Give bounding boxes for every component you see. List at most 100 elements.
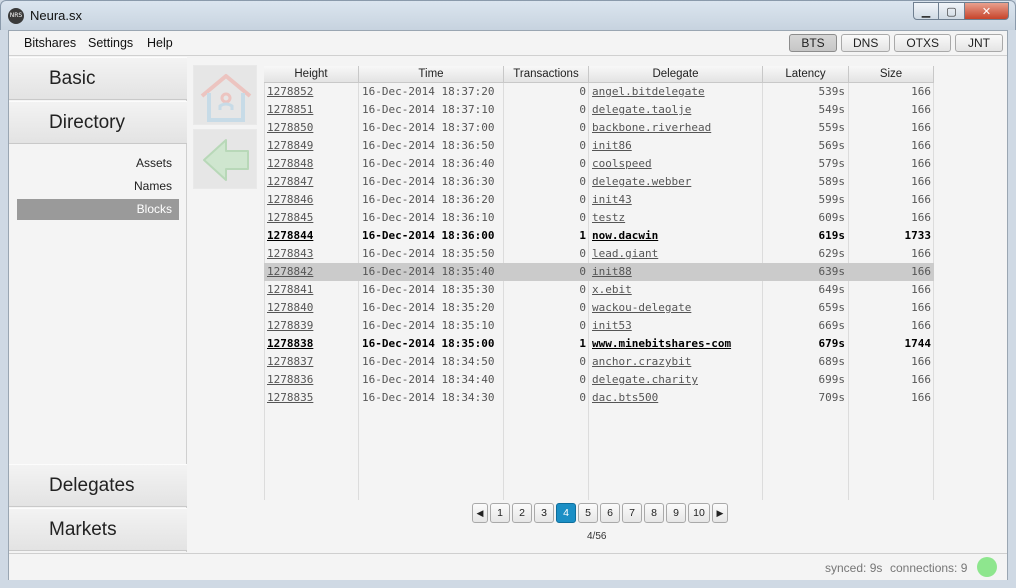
delegate-cell[interactable]: init86 <box>592 137 760 155</box>
back-button[interactable] <box>193 129 257 189</box>
sync-status: synced: 9s <box>825 561 883 575</box>
page-button-10[interactable]: 10 <box>688 503 710 523</box>
table-row[interactable]: 1278848 16-Dec-2014 18:36:40 0 coolspeed 579… <box>264 155 934 173</box>
delegate-cell[interactable]: www.minebitshares-com <box>592 335 760 353</box>
height-cell[interactable]: 1278845 <box>267 209 355 227</box>
page-button-2[interactable]: 2 <box>512 503 532 523</box>
height-cell[interactable]: 1278848 <box>267 155 355 173</box>
table-row[interactable]: 1278845 16-Dec-2014 18:36:10 0 testz 609s 166 <box>264 209 934 227</box>
delegate-cell[interactable]: lead.giant <box>592 245 760 263</box>
page-button-6[interactable]: 6 <box>600 503 620 523</box>
delegate-cell[interactable]: now.dacwin <box>592 227 760 245</box>
table-row[interactable]: 1278836 16-Dec-2014 18:34:40 0 delegate.cha… <box>264 371 934 389</box>
time-cell: 16-Dec-2014 18:36:40 <box>362 157 495 170</box>
delegate-cell[interactable]: anchor.crazybit <box>592 353 760 371</box>
table-row[interactable]: 1278842 16-Dec-2014 18:35:40 0 init88 639s 16… <box>264 263 934 281</box>
table-row[interactable]: 1278846 16-Dec-2014 18:36:20 0 init43 599s 16… <box>264 191 934 209</box>
latency-cell: 609s <box>818 211 846 224</box>
delegate-cell[interactable]: x.ebit <box>592 281 760 299</box>
delegate-cell[interactable]: testz <box>592 209 760 227</box>
height-cell[interactable]: 1278844 <box>267 227 355 245</box>
table-row[interactable]: 1278843 16-Dec-2014 18:35:50 0 lead.giant 62… <box>264 245 934 263</box>
nav-basic[interactable]: Basic <box>9 57 187 100</box>
next-page-button[interactable]: ▶ <box>712 503 728 523</box>
size-cell: 166 <box>911 373 931 386</box>
currency-bts-button[interactable]: BTS <box>788 34 837 52</box>
height-cell[interactable]: 1278850 <box>267 119 355 137</box>
page-button-9[interactable]: 9 <box>666 503 686 523</box>
delegate-cell[interactable]: init88 <box>592 263 760 281</box>
height-cell[interactable]: 1278837 <box>267 353 355 371</box>
delegate-cell[interactable]: angel.bitdelegate <box>592 83 760 101</box>
height-cell[interactable]: 1278843 <box>267 245 355 263</box>
column-header-height[interactable]: Height <box>264 66 359 83</box>
close-button[interactable]: ✕ <box>965 2 1009 20</box>
maximize-button[interactable]: ▢ <box>939 2 965 20</box>
column-header-size[interactable]: Size <box>849 66 934 83</box>
sidebar-item-assets[interactable]: Assets <box>17 153 179 174</box>
currency-jnt-button[interactable]: JNT <box>955 34 1003 52</box>
height-cell[interactable]: 1278849 <box>267 137 355 155</box>
latency-cell: 679s <box>818 337 846 350</box>
height-cell[interactable]: 1278841 <box>267 281 355 299</box>
currency-otxs-button[interactable]: OTXS <box>894 34 951 52</box>
delegate-cell[interactable]: delegate.taolje <box>592 101 760 119</box>
delegate-cell[interactable]: delegate.webber <box>592 173 760 191</box>
table-row[interactable]: 1278835 16-Dec-2014 18:34:30 0 dac.bts500 70… <box>264 389 934 407</box>
nav-directory[interactable]: Directory <box>9 101 187 144</box>
currency-dns-button[interactable]: DNS <box>840 34 891 52</box>
column-header-latency[interactable]: Latency <box>763 66 849 83</box>
nav-delegates[interactable]: Delegates <box>9 464 187 507</box>
table-row[interactable]: 1278847 16-Dec-2014 18:36:30 0 delegate.web… <box>264 173 934 191</box>
page-button-4[interactable]: 4 <box>556 503 576 523</box>
table-row[interactable]: 1278852 16-Dec-2014 18:37:20 0 angel.bitdel… <box>264 83 934 101</box>
table-row[interactable]: 1278849 16-Dec-2014 18:36:50 0 init86 569s 16… <box>264 137 934 155</box>
minimize-button[interactable]: ▁ <box>913 2 939 20</box>
menu-help[interactable]: Help <box>147 36 173 50</box>
height-cell[interactable]: 1278851 <box>267 101 355 119</box>
table-row[interactable]: 1278837 16-Dec-2014 18:34:50 0 anchor.crazy… <box>264 353 934 371</box>
menu-settings[interactable]: Settings <box>88 36 133 50</box>
height-cell[interactable]: 1278839 <box>267 317 355 335</box>
height-cell[interactable]: 1278836 <box>267 371 355 389</box>
table-row[interactable]: 1278841 16-Dec-2014 18:35:30 0 x.ebit 649s 16… <box>264 281 934 299</box>
table-row[interactable]: 1278844 16-Dec-2014 18:36:00 1 now.dacwin 61… <box>264 227 934 245</box>
previous-page-button[interactable]: ◀ <box>472 503 488 523</box>
table-row[interactable]: 1278840 16-Dec-2014 18:35:20 0 wackou-deleg… <box>264 299 934 317</box>
page-button-1[interactable]: 1 <box>490 503 510 523</box>
height-cell[interactable]: 1278840 <box>267 299 355 317</box>
sidebar-item-names[interactable]: Names <box>17 176 179 197</box>
time-cell: 16-Dec-2014 18:36:20 <box>362 193 495 206</box>
delegate-cell[interactable]: backbone.riverhead <box>592 119 760 137</box>
table-row[interactable]: 1278838 16-Dec-2014 18:35:00 1 www.minebits… <box>264 335 934 353</box>
height-cell[interactable]: 1278852 <box>267 83 355 101</box>
height-cell[interactable]: 1278847 <box>267 173 355 191</box>
column-header-delegate[interactable]: Delegate <box>589 66 763 83</box>
column-header-transactions[interactable]: Transactions <box>504 66 589 83</box>
delegate-cell[interactable]: coolspeed <box>592 155 760 173</box>
delegate-cell[interactable]: dac.bts500 <box>592 389 760 407</box>
page-button-8[interactable]: 8 <box>644 503 664 523</box>
table-row[interactable]: 1278851 16-Dec-2014 18:37:10 0 delegate.tao… <box>264 101 934 119</box>
page-button-3[interactable]: 3 <box>534 503 554 523</box>
delegate-cell[interactable]: init43 <box>592 191 760 209</box>
app-logo-icon: NRS <box>8 8 24 24</box>
delegate-cell[interactable]: delegate.charity <box>592 371 760 389</box>
home-button[interactable] <box>193 65 257 125</box>
table-row[interactable]: 1278839 16-Dec-2014 18:35:10 0 init53 669s 16… <box>264 317 934 335</box>
delegate-cell[interactable]: init53 <box>592 317 760 335</box>
menu-bitshares[interactable]: Bitshares <box>24 36 76 50</box>
page-button-5[interactable]: 5 <box>578 503 598 523</box>
page-button-7[interactable]: 7 <box>622 503 642 523</box>
size-cell: 166 <box>911 355 931 368</box>
height-cell[interactable]: 1278838 <box>267 335 355 353</box>
height-cell[interactable]: 1278846 <box>267 191 355 209</box>
height-cell[interactable]: 1278842 <box>267 263 355 281</box>
sidebar-item-blocks[interactable]: Blocks <box>17 199 179 220</box>
column-header-time[interactable]: Time <box>359 66 504 83</box>
table-row[interactable]: 1278850 16-Dec-2014 18:37:00 0 backbone.riv… <box>264 119 934 137</box>
height-cell[interactable]: 1278835 <box>267 389 355 407</box>
delegate-cell[interactable]: wackou-delegate <box>592 299 760 317</box>
nav-markets[interactable]: Markets <box>9 508 187 551</box>
transactions-cell: 0 <box>579 319 586 332</box>
